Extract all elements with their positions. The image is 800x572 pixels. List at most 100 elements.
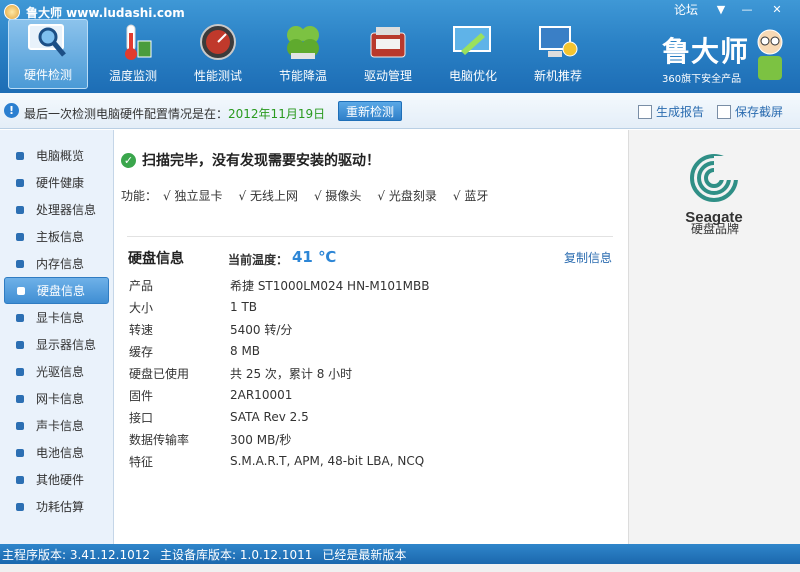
mascot-icon — [757, 29, 783, 80]
sidebar-item-label: 处理器信息 — [36, 203, 97, 217]
brand-subtitle: 360旗下安全产品 — [662, 74, 742, 85]
computer-award-icon — [536, 23, 580, 61]
property-row: 接口 SATA Rev 2.5 — [129, 406, 429, 428]
sidebar-item-optical[interactable]: 光驱信息 — [4, 358, 109, 385]
sidebar-item-label: 声卡信息 — [36, 419, 85, 433]
sidebar-item-power[interactable]: 功耗估算 — [4, 493, 109, 520]
close-icon[interactable]: ✕ — [760, 0, 794, 18]
sidebar-item-battery[interactable]: 电池信息 — [4, 439, 109, 466]
feature-item: √ 摄像头 — [313, 189, 362, 203]
property-value: 希捷 ST1000LM024 HN-M101MBB — [230, 278, 430, 293]
property-key: 缓存 — [129, 344, 154, 359]
tool-recommend[interactable]: 新机推荐 — [518, 19, 598, 89]
bullet-icon — [16, 421, 24, 430]
tool-hardware-detect[interactable]: 硬件检测 — [8, 19, 88, 89]
sidebar-item-label: 硬件健康 — [36, 176, 85, 190]
property-key: 大小 — [129, 300, 154, 315]
bullet-icon — [16, 205, 24, 214]
features-label: 功能： — [121, 189, 158, 203]
copy-info-link[interactable]: 复制信息 — [564, 249, 612, 266]
temperature-value: 41 ℃ — [292, 248, 337, 266]
brand-block: 鲁大师 360旗下安全产品 — [660, 26, 790, 86]
update-status: 已经是最新版本 — [322, 547, 407, 562]
bullet-icon — [16, 394, 24, 403]
sidebar-item-label: 主板信息 — [36, 230, 85, 244]
property-row: 转速 5400 转/分 — [129, 318, 429, 340]
save-screenshot-label: 保存截屏 — [735, 105, 784, 119]
property-key: 转速 — [129, 322, 154, 337]
redetect-button[interactable]: 重新检测 — [338, 101, 402, 121]
sidebar-item-overview[interactable]: 电脑概览 — [4, 142, 109, 169]
scan-status-text: 扫描完毕，没有发现需要安装的驱动！ — [142, 153, 380, 169]
sidebar-item-label: 显卡信息 — [36, 311, 85, 325]
sidebar-item-label: 网卡信息 — [36, 392, 85, 406]
sidebar-item-label: 其他硬件 — [36, 473, 85, 487]
info-bar: ! 最后一次检测电脑硬件配置情况是在：2012年11月19日 重新检测 生成报告… — [0, 93, 800, 129]
feature-item: √ 光盘刻录 — [377, 189, 437, 203]
tool-label: 电脑优化 — [448, 69, 497, 83]
sidebar-item-gpu[interactable]: 显卡信息 — [4, 304, 109, 331]
sidebar-item-sound[interactable]: 声卡信息 — [4, 412, 109, 439]
disk-properties: 产品 希捷 ST1000LM024 HN-M101MBB 大小 1 TB 转速 540… — [129, 274, 429, 472]
app-title: 鲁大师 www.ludashi.com — [26, 5, 185, 20]
sidebar-item-label: 显示器信息 — [36, 338, 97, 352]
bullet-icon — [16, 313, 24, 322]
property-value: 共 25 次，累计 8 小时 — [230, 366, 353, 381]
speedometer-icon — [196, 23, 240, 61]
sidebar-item-label: 功耗估算 — [36, 500, 85, 514]
sidebar-item-other[interactable]: 其他硬件 — [4, 466, 109, 493]
sidebar-item-monitor[interactable]: 显示器信息 — [4, 331, 109, 358]
sidebar-item-cpu[interactable]: 处理器信息 — [4, 196, 109, 223]
property-row: 特征 S.M.A.R.T, APM, 48-bit LBA, NCQ — [129, 450, 429, 472]
generate-report-button[interactable]: 生成报告 — [638, 103, 704, 120]
minimize-icon[interactable]: — — [734, 0, 760, 18]
bullet-icon — [16, 475, 24, 484]
sidebar-item-health[interactable]: 硬件健康 — [4, 169, 109, 196]
app-logo-icon — [4, 4, 20, 20]
property-key: 硬盘已使用 — [129, 366, 190, 381]
bullet-icon — [16, 178, 24, 187]
sidebar-item-label: 内存信息 — [36, 257, 85, 271]
feature-item: √ 蓝牙 — [452, 189, 489, 203]
forum-link[interactable]: 论坛 — [674, 1, 698, 18]
info-icon: ! — [4, 103, 19, 118]
bullet-icon — [16, 340, 24, 349]
status-footer: 主程序版本: 3.41.12.1012 主设备库版本: 1.0.12.1011 … — [0, 544, 800, 564]
feature-list: 功能： √ 独立显卡 √ 无线上网 √ 摄像头 √ 光盘刻录 √ 蓝牙 — [121, 187, 488, 204]
clover-icon — [281, 23, 325, 61]
main-version: 主程序版本: 3.41.12.1012 — [2, 547, 151, 562]
tool-optimize[interactable]: 电脑优化 — [433, 19, 513, 89]
property-value: SATA Rev 2.5 — [230, 410, 309, 424]
background-strip — [0, 564, 800, 572]
last-detect-label: 最后一次检测电脑硬件配置情况是在： — [24, 107, 229, 121]
property-value: S.M.A.R.T, APM, 48-bit LBA, NCQ — [230, 454, 425, 468]
bullet-icon — [17, 286, 25, 295]
seagate-logo: Seagate — [685, 154, 743, 226]
bullet-icon — [16, 448, 24, 457]
main-panel: ✓ 扫描完毕，没有发现需要安装的驱动！ 功能： √ 独立显卡 √ 无线上网 √ … — [115, 130, 628, 544]
tool-energy[interactable]: 节能降温 — [263, 19, 343, 89]
sidebar-item-network[interactable]: 网卡信息 — [4, 385, 109, 412]
sidebar-item-label: 电池信息 — [36, 446, 85, 460]
main-toolbar: 硬件检测 温度监测 性能测试 节能降温 驱动管理 电脑优化 新机推荐 — [8, 19, 598, 89]
monitor-magnifier-icon — [26, 22, 70, 60]
sidebar-item-memory[interactable]: 内存信息 — [4, 250, 109, 277]
last-detect-date: 2012年11月19日 — [228, 107, 326, 121]
dropdown-arrow-icon[interactable]: ▼ — [708, 0, 734, 18]
property-key: 数据传输率 — [129, 432, 190, 447]
save-screenshot-button[interactable]: 保存截屏 — [717, 103, 783, 120]
brand-name: 鲁大师 — [662, 35, 750, 68]
tool-label: 节能降温 — [278, 69, 327, 83]
temperature-label: 当前温度： — [228, 253, 289, 267]
property-row: 数据传输率 300 MB/秒 — [129, 428, 429, 450]
property-row: 产品 希捷 ST1000LM024 HN-M101MBB — [129, 274, 429, 296]
tool-performance[interactable]: 性能测试 — [178, 19, 258, 89]
sidebar-item-label: 电脑概览 — [36, 149, 85, 163]
sidebar-item-motherboard[interactable]: 主板信息 — [4, 223, 109, 250]
report-icon — [638, 104, 652, 119]
sidebar-item-disk[interactable]: 硬盘信息 — [4, 277, 109, 304]
tool-driver[interactable]: 驱动管理 — [348, 19, 428, 89]
toolbox-icon — [366, 23, 410, 61]
tool-label: 温度监测 — [108, 69, 157, 83]
tool-temperature[interactable]: 温度监测 — [93, 19, 173, 89]
